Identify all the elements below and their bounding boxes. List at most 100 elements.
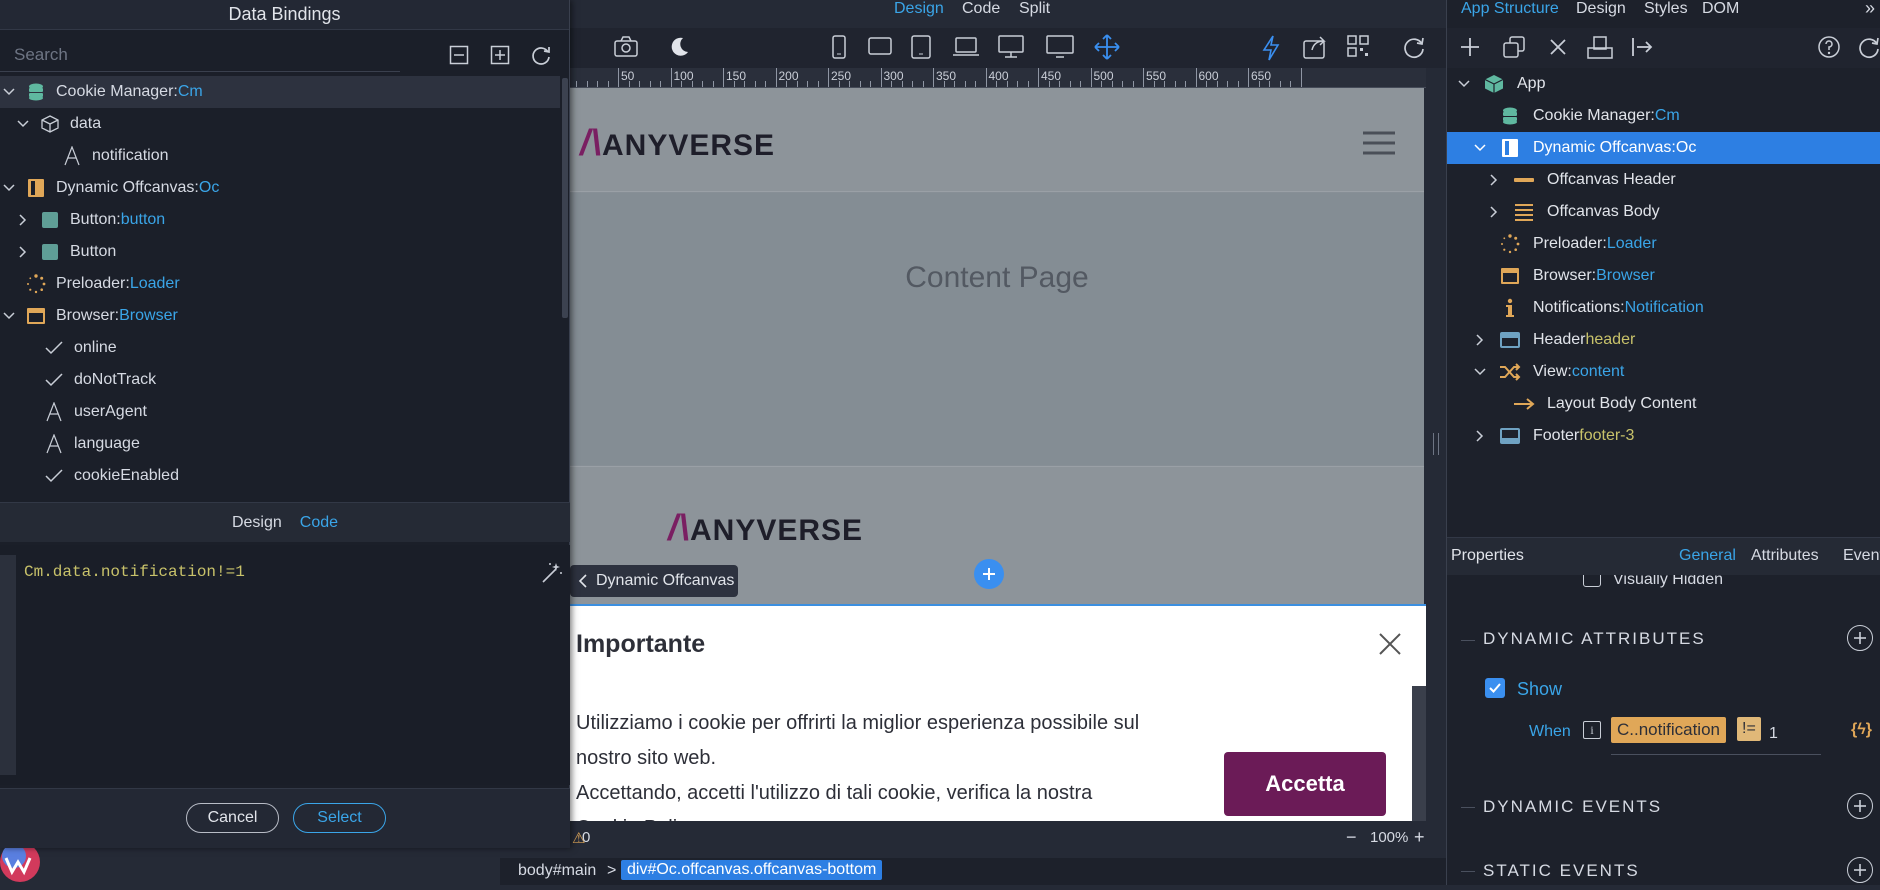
tree-item-language[interactable]: language <box>0 428 560 460</box>
reload-icon[interactable] <box>1402 35 1426 64</box>
chevron-right-icon[interactable] <box>1487 205 1501 219</box>
laptop-icon[interactable] <box>952 37 980 62</box>
tree-item-donottrack[interactable]: doNotTrack <box>0 364 560 396</box>
info-box-icon[interactable]: i <box>1583 721 1601 739</box>
tab-app-structure[interactable]: App Structure <box>1461 0 1559 18</box>
tab-split-view[interactable]: Split <box>1019 0 1050 18</box>
structure-item-footer[interactable]: Footer footer-3 <box>1447 420 1880 452</box>
show-checkbox[interactable] <box>1485 678 1505 698</box>
chevron-right-icon[interactable] <box>16 245 30 259</box>
chevron-right-icon[interactable] <box>1487 173 1501 187</box>
structure-item-dynamic-offcanvas[interactable]: Dynamic Offcanvas: Oc <box>1447 132 1880 164</box>
qr-code-icon[interactable] <box>1347 35 1369 62</box>
insert-plus-icon[interactable] <box>974 559 1004 589</box>
structure-item-offcanvas-header[interactable]: Offcanvas Header <box>1447 164 1880 196</box>
expand-all-icon[interactable] <box>487 42 513 68</box>
splitter-handle[interactable] <box>1433 433 1439 455</box>
tree-item-useragent[interactable]: userAgent <box>0 396 560 428</box>
code-expression[interactable]: Cm.data.notification!=1 <box>24 563 245 581</box>
structure-item-preloader[interactable]: Preloader: Loader <box>1447 228 1880 260</box>
structure-item-cookie-manager[interactable]: Cookie Manager: Cm <box>1447 100 1880 132</box>
structure-item-offcanvas-body[interactable]: Offcanvas Body <box>1447 196 1880 228</box>
structure-item-view[interactable]: View: content <box>1447 356 1880 388</box>
share-icon[interactable] <box>1303 35 1329 64</box>
chevron-right-icon[interactable] <box>16 213 30 227</box>
wrap-icon[interactable] <box>1587 35 1613 64</box>
tree-item-dynamic-offcanvas[interactable]: Dynamic Offcanvas: Oc <box>0 172 560 204</box>
double-chevron-right-icon[interactable]: » <box>1865 0 1875 19</box>
tab-code[interactable]: Code <box>300 514 338 532</box>
operator-token[interactable]: != <box>1737 717 1761 741</box>
magic-wand-icon[interactable] <box>540 561 564 590</box>
accept-cookies-button[interactable]: Accetta <box>1224 752 1386 816</box>
expression-token[interactable]: C..notification <box>1611 717 1726 743</box>
tree-item-preloader[interactable]: Preloader: Loader <box>0 268 560 300</box>
phone-icon[interactable] <box>832 35 846 64</box>
breadcrumb-active[interactable]: div#Oc.offcanvas.offcanvas-bottom <box>621 860 883 880</box>
tree-item-notification[interactable]: notification <box>0 140 560 172</box>
tab-styles[interactable]: Styles <box>1644 0 1688 18</box>
chevron-down-icon[interactable] <box>1473 365 1487 379</box>
tree-scrollbar[interactable] <box>562 78 568 318</box>
tab-attributes[interactable]: Attributes <box>1751 547 1819 565</box>
hamburger-menu-icon[interactable] <box>1362 130 1396 161</box>
tab-design[interactable]: Design <box>232 514 282 532</box>
structure-item-app[interactable]: App <box>1447 68 1880 100</box>
move-icon[interactable] <box>1094 34 1120 65</box>
tab-dom[interactable]: DOM <box>1702 0 1739 18</box>
zoom-level[interactable]: 100% <box>1370 829 1408 846</box>
breadcrumb-item[interactable]: body#main <box>518 862 596 880</box>
tablet-icon[interactable] <box>911 35 931 64</box>
chevron-down-icon[interactable] <box>2 181 16 195</box>
cancel-button[interactable]: Cancel <box>186 803 279 833</box>
chevron-down-icon[interactable] <box>2 85 16 99</box>
tab-design[interactable]: Design <box>1576 0 1626 18</box>
page-header[interactable]: /\ANYVERSE <box>570 88 1424 192</box>
chevron-down-icon[interactable] <box>1457 77 1471 91</box>
tree-item-button-2[interactable]: Button <box>0 236 560 268</box>
code-editor[interactable]: Cm.data.notification!=1 <box>0 545 570 785</box>
chevron-right-icon[interactable] <box>1473 429 1487 443</box>
tree-item-cookieenabled[interactable]: cookieEnabled <box>0 460 560 492</box>
tree-item-browser[interactable]: Browser: Browser <box>0 300 560 332</box>
refresh-structure-icon[interactable] <box>1857 35 1880 64</box>
page-content[interactable]: Content Page <box>570 193 1424 465</box>
close-icon[interactable] <box>1378 632 1402 661</box>
chevron-down-icon[interactable] <box>1473 141 1487 155</box>
structure-item-notifications[interactable]: Notifications: Notification <box>1447 292 1880 324</box>
add-icon[interactable] <box>1459 36 1481 63</box>
duplicate-icon[interactable] <box>1503 36 1525 63</box>
refresh-icon[interactable] <box>528 42 554 68</box>
tab-code-view[interactable]: Code <box>962 0 1000 18</box>
delete-icon[interactable] <box>1547 36 1569 63</box>
tab-events[interactable]: Events <box>1843 547 1880 565</box>
zoom-out-icon[interactable]: − <box>1346 827 1357 848</box>
unwrap-icon[interactable] <box>1631 36 1653 63</box>
structure-item-layout-body[interactable]: Layout Body Content <box>1447 388 1880 420</box>
tree-item-button[interactable]: Button: button <box>0 204 560 236</box>
chevron-down-icon[interactable] <box>2 309 16 323</box>
camera-icon[interactable] <box>614 36 638 63</box>
moon-icon[interactable] <box>668 36 690 63</box>
collapse-all-icon[interactable] <box>446 42 472 68</box>
tab-general[interactable]: General <box>1679 547 1736 565</box>
structure-item-browser[interactable]: Browser: Browser <box>1447 260 1880 292</box>
lightning-icon[interactable] <box>1262 35 1280 66</box>
chevron-right-icon[interactable] <box>1473 333 1487 347</box>
structure-item-header[interactable]: Header header <box>1447 324 1880 356</box>
add-dynamic-event-icon[interactable] <box>1847 793 1873 819</box>
search-input[interactable] <box>0 38 400 72</box>
cookie-offcanvas[interactable]: Importante Utilizziamo i cookie per offr… <box>570 604 1426 839</box>
selected-element-badge[interactable]: Dynamic Offcanvas <box>570 565 738 597</box>
chevron-down-icon[interactable] <box>16 117 30 131</box>
large-desktop-icon[interactable] <box>1046 35 1074 64</box>
select-button[interactable]: Select <box>293 803 386 833</box>
add-static-event-icon[interactable] <box>1847 857 1873 883</box>
expression-value[interactable]: 1 <box>1769 725 1778 743</box>
offcanvas-scrollbar[interactable] <box>1412 686 1426 823</box>
dynamic-data-icon[interactable]: {ϟ} <box>1851 721 1872 739</box>
desktop-icon[interactable] <box>998 35 1024 64</box>
phone-landscape-icon[interactable] <box>868 37 892 60</box>
visually-hidden-checkbox[interactable] <box>1583 575 1601 587</box>
tree-item-data[interactable]: data <box>0 108 560 140</box>
